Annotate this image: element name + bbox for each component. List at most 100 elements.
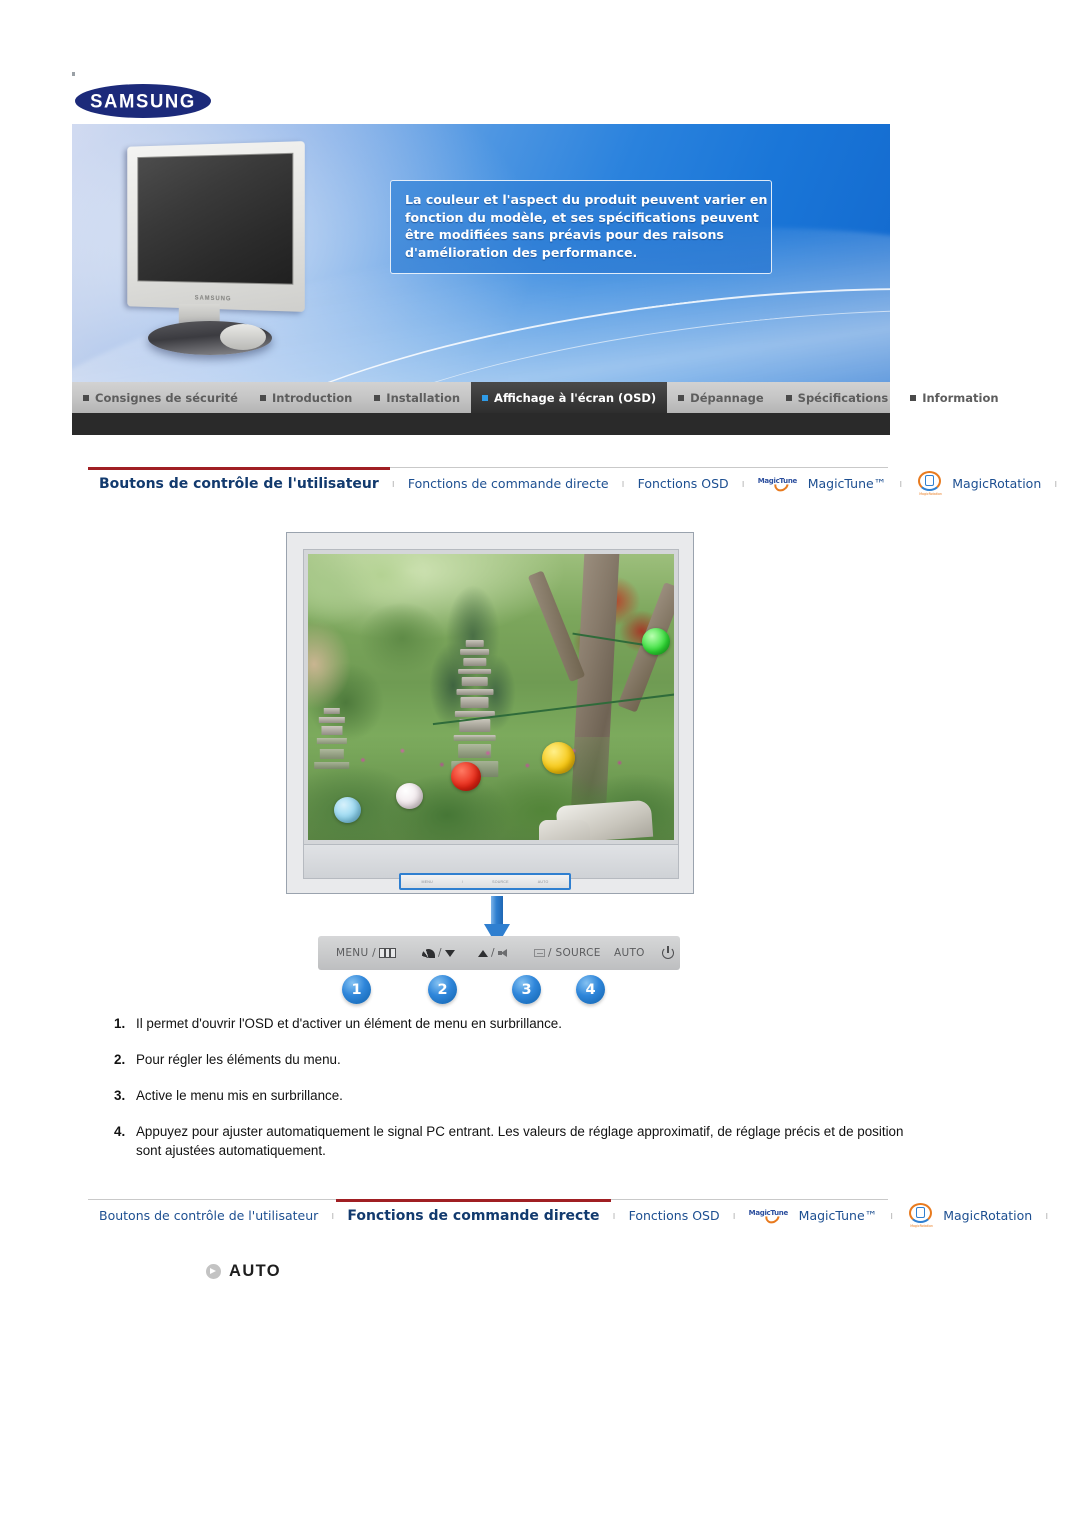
subnav-separator: ı <box>331 1209 335 1222</box>
callout-badge-3: 3 <box>512 975 541 1004</box>
control-label: / <box>438 947 442 959</box>
control-button-brightness-down[interactable]: / <box>422 947 455 959</box>
subnav-top-item-magicrotation[interactable]: MagicRotation MagicRotation <box>904 468 1052 500</box>
osd-strip-label-auto: AUTO <box>537 879 549 884</box>
magicrotation-logo-icon: MagicRotation <box>915 470 945 497</box>
subnav-separator: ı <box>612 1209 616 1222</box>
magictune-logo-icon: MagicTune <box>758 474 802 494</box>
subnav-separator: ı <box>621 477 625 490</box>
magicrotation-logo-caption: MagicRotation <box>919 491 942 496</box>
subnav-top-item-fonctions-de-commande-directe[interactable]: Fonctions de commande directe <box>397 468 620 500</box>
step-text: Pour régler les éléments du menu. <box>136 1052 341 1067</box>
subnav-label: Fonctions OSD <box>628 1208 720 1223</box>
subnav-label: Boutons de contrôle de l'utilisateur <box>99 1208 319 1223</box>
control-button-enter-source[interactable]: / SOURCE <box>534 947 601 959</box>
product-notice-box: La couleur et l'aspect du produit peuven… <box>390 180 772 274</box>
subnav-separator: ı <box>1045 1209 1049 1222</box>
logo-dot-mark <box>72 72 75 76</box>
osd-strip-label-menu: MENU <box>421 879 433 884</box>
subnav-separator: ı <box>391 477 395 490</box>
brightness-icon <box>422 948 435 958</box>
tab-label: Dépannage <box>690 390 764 405</box>
tab-affichage-a-lecran-osd[interactable]: Affichage à l'écran (OSD) <box>471 382 668 413</box>
control-button-power[interactable] <box>662 945 674 959</box>
photo-lantern-red <box>450 762 481 792</box>
main-tab-bar[interactable]: Consignes de sécurité Introduction Insta… <box>72 382 999 413</box>
step-number: 3. <box>114 1088 126 1103</box>
step-text: Active le menu mis en surbrillance. <box>136 1088 343 1103</box>
tab-label: Installation <box>386 390 461 405</box>
magicrotation-logo-icon: MagicRotation <box>906 1202 936 1229</box>
subnav-bottom-item-fonctions-de-commande-directe[interactable]: Fonctions de commande directe <box>336 1198 611 1232</box>
subnav-separator: ı <box>741 477 745 490</box>
monitor-screen <box>137 152 294 285</box>
callout-badge-1: 1 <box>342 975 371 1004</box>
arrow-bullet-icon <box>206 1264 221 1279</box>
subnav-bottom[interactable]: Boutons de contrôle de l'utilisateur ı F… <box>88 1198 1048 1232</box>
subnav-label: MagicRotation <box>952 476 1042 491</box>
page-root: SAMSUNG SAMSUNG La couleur et l'aspect d… <box>0 0 1080 1528</box>
subnav-top[interactable]: Boutons de contrôle de l'utilisateur ı F… <box>88 466 1057 500</box>
tab-bar-dark-strip <box>72 413 890 435</box>
photo-lantern-blue <box>333 796 361 823</box>
subnav-label: Fonctions de commande directe <box>347 1207 600 1224</box>
photo-flowers <box>329 737 660 783</box>
notice-line-1: La couleur et l'aspect du produit peuven… <box>405 192 768 207</box>
logo-text: SAMSUNG <box>90 89 196 112</box>
subnav-label: MagicRotation <box>943 1208 1033 1223</box>
subnav-bottom-item-boutons-de-controle[interactable]: Boutons de contrôle de l'utilisateur <box>88 1200 329 1232</box>
notice-line-3: être modifiées sans préavis pour des rai… <box>405 227 724 242</box>
tab-specifications[interactable]: Spécifications <box>775 382 900 413</box>
tab-introduction[interactable]: Introduction <box>249 382 363 413</box>
subnav-top-item-boutons-de-controle[interactable]: Boutons de contrôle de l'utilisateur <box>88 466 390 500</box>
tab-installation[interactable]: Installation <box>363 382 471 413</box>
callout-badge-4: 4 <box>576 975 605 1004</box>
menu-rect-icon <box>378 948 396 958</box>
subnav-label: MagicTune™ <box>798 1208 878 1223</box>
photo-lantern-white <box>395 782 423 809</box>
tab-label: Information <box>922 390 999 405</box>
step-number: 1. <box>114 1016 126 1031</box>
notice-line-4: d'amélioration des performance. <box>405 244 638 260</box>
step-number: 4. <box>114 1124 126 1139</box>
samsung-logo: SAMSUNG <box>72 72 272 120</box>
osd-strip-label-source: SOURCE <box>492 879 509 884</box>
step-item: 4. Appuyez pour ajuster automatiquement … <box>110 1122 910 1160</box>
control-label: / <box>491 947 495 959</box>
subnav-bottom-item-magictune[interactable]: MagicTune MagicTune™ <box>738 1200 889 1232</box>
tab-information[interactable]: Information <box>899 382 1009 413</box>
subnav-label: Fonctions de commande directe <box>407 476 609 491</box>
control-button-up-volume[interactable]: / <box>478 947 509 959</box>
square-bullet-icon <box>910 394 917 401</box>
square-bullet-icon <box>785 394 792 401</box>
square-bullet-icon <box>374 394 381 401</box>
monitor-diagram: MENU / SOURCE AUTO <box>286 532 694 894</box>
subnav-separator: ı <box>899 477 903 490</box>
subnav-label: Boutons de contrôle de l'utilisateur <box>99 475 379 492</box>
triangle-down-icon <box>444 949 455 957</box>
subnav-label: MagicTune™ <box>807 476 887 491</box>
monitor-base-highlight <box>220 324 266 350</box>
subnav-top-item-fonctions-osd[interactable]: Fonctions OSD <box>627 468 740 500</box>
step-text: Appuyez pour ajuster automatiquement le … <box>136 1124 904 1158</box>
subnav-separator: ı <box>732 1209 736 1222</box>
monitor-screen-photo <box>308 554 674 840</box>
photo-rock-small <box>538 819 590 840</box>
control-button-auto[interactable]: AUTO <box>614 947 645 959</box>
magicrotation-logo-caption: MagicRotation <box>910 1223 933 1228</box>
tab-label: Spécifications <box>797 390 889 405</box>
step-item: 3. Active le menu mis en surbrillance. <box>110 1086 910 1105</box>
control-button-menu[interactable]: MENU / <box>336 947 396 959</box>
control-label: / SOURCE <box>548 947 601 959</box>
subnav-top-item-magictune[interactable]: MagicTune MagicTune™ <box>747 468 898 500</box>
tab-consignes-de-securite[interactable]: Consignes de sécurité <box>72 382 249 413</box>
osd-strip-label-slash: / <box>461 879 464 884</box>
subnav-bottom-item-fonctions-osd[interactable]: Fonctions OSD <box>618 1200 731 1232</box>
square-bullet-icon <box>678 394 685 401</box>
monitor-product-photo: SAMSUNG <box>100 138 330 366</box>
subnav-bottom-item-magicrotation[interactable]: MagicRotation MagicRotation <box>895 1200 1043 1232</box>
magictune-logo-icon: MagicTune <box>749 1206 793 1226</box>
auto-section-heading: AUTO <box>206 1262 281 1281</box>
tab-depannage[interactable]: Dépannage <box>667 382 775 413</box>
logo-ellipse: SAMSUNG <box>75 84 211 118</box>
